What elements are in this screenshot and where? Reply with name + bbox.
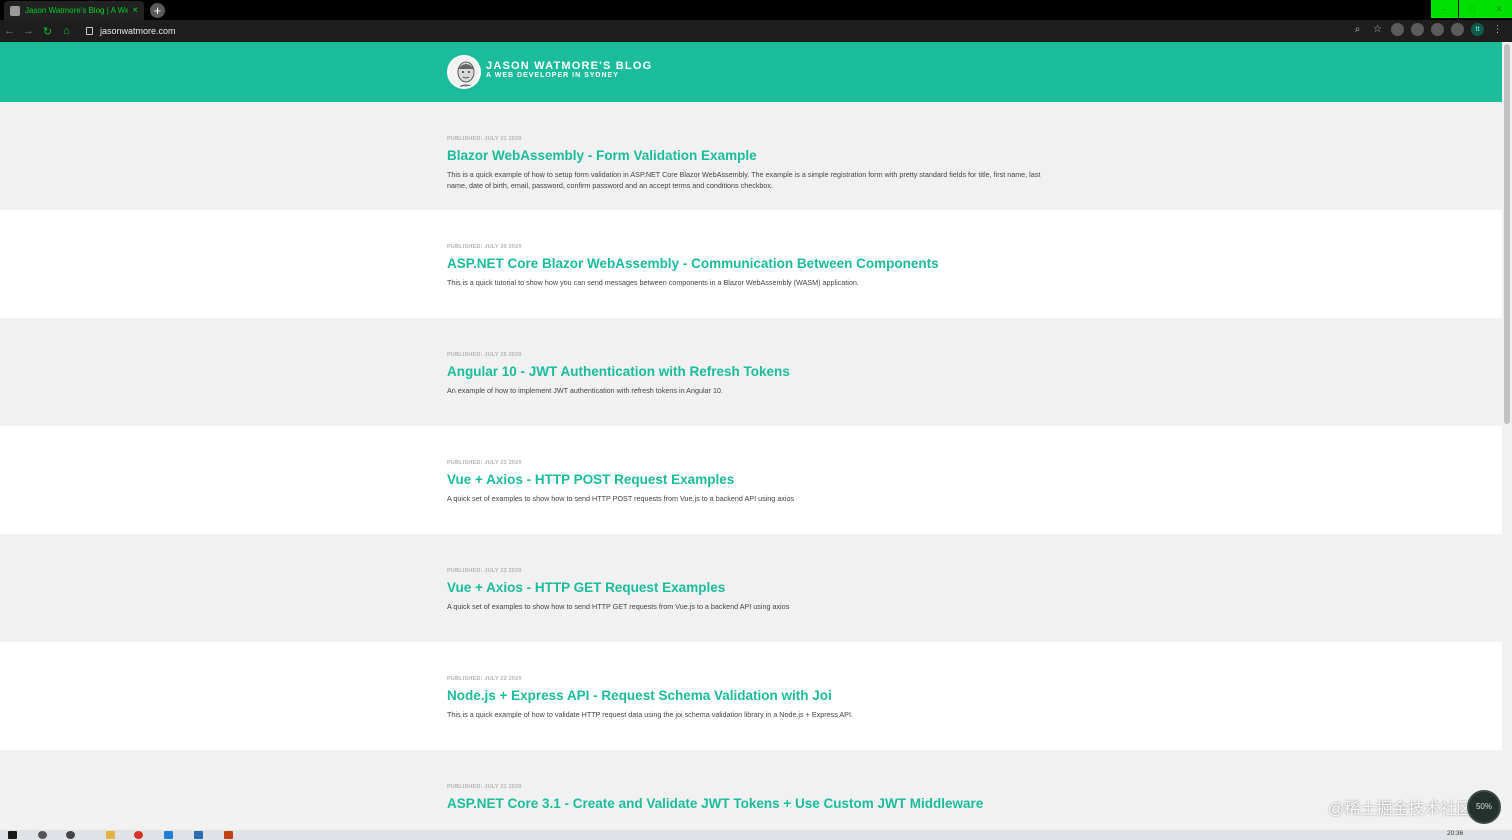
close-tab-icon[interactable]: × (132, 5, 138, 16)
browser-toolbar: ← → ↻ ⌂ jasonwatmore.com ⌕ ☆ tt ⋮ (0, 20, 1512, 42)
system-clock[interactable]: 20:36 (1447, 830, 1463, 837)
site-favicon-icon (10, 5, 20, 16)
post-title-link[interactable]: Vue + Axios - HTTP POST Request Examples (447, 472, 734, 487)
new-tab-button[interactable]: + (150, 3, 165, 18)
file-explorer-icon[interactable] (106, 831, 115, 839)
extension-icon[interactable] (1451, 23, 1464, 36)
vscode-icon[interactable] (164, 831, 173, 839)
watermark-text: @稀土掘金技术社区 (1328, 801, 1473, 818)
post-item: PUBLISHED: JULY 30 2020 ASP.NET Core Bla… (0, 210, 1502, 318)
post-item: PUBLISHED: JULY 21 2020 ASP.NET Core 3.1… (0, 750, 1502, 830)
start-menu-icon[interactable] (8, 831, 17, 839)
close-window-button[interactable]: ✕ (1486, 0, 1512, 18)
post-item: PUBLISHED: JULY 23 2020 Vue + Axios - HT… (0, 426, 1502, 534)
post-date: PUBLISHED: JULY 23 2020 (447, 460, 522, 466)
post-date: PUBLISHED: JULY 30 2020 (447, 244, 522, 250)
forward-arrow-icon[interactable]: → (19, 25, 38, 37)
lock-icon (86, 27, 93, 35)
page-scrollbar[interactable] (1502, 42, 1512, 830)
close-icon: ✕ (1495, 4, 1503, 14)
chrome-icon[interactable] (134, 831, 143, 839)
post-title-link[interactable]: Node.js + Express API - Request Schema V… (447, 688, 832, 703)
maximize-icon: □ (1469, 4, 1476, 14)
post-item: PUBLISHED: JULY 25 2020 Angular 10 - JWT… (0, 318, 1502, 426)
site-header: JASON WATMORE'S BLOG A WEB DEVELOPER IN … (0, 42, 1502, 102)
post-item: PUBLISHED: JULY 23 2020 Vue + Axios - HT… (0, 534, 1502, 642)
post-summary: A quick set of examples to show how to s… (447, 494, 795, 503)
zoom-icon[interactable]: ⌕ (1351, 23, 1364, 36)
search-icon[interactable] (38, 831, 47, 839)
zoom-level-badge[interactable]: 50% (1467, 790, 1501, 824)
post-title-link[interactable]: Angular 10 - JWT Authentication with Ref… (447, 364, 790, 379)
post-summary: This is a quick example of how to valida… (447, 710, 853, 719)
post-title-link[interactable]: Vue + Axios - HTTP GET Request Examples (447, 580, 725, 595)
post-date: PUBLISHED: JULY 23 2020 (447, 568, 522, 574)
site-title[interactable]: JASON WATMORE'S BLOG (486, 60, 652, 72)
bookmark-star-icon[interactable]: ☆ (1371, 23, 1384, 36)
reload-icon[interactable]: ↻ (38, 25, 57, 38)
post-summary: An example of how to implement JWT authe… (447, 386, 723, 395)
site-subtitle: A WEB DEVELOPER IN SYDNEY (486, 72, 619, 79)
post-title-link[interactable]: ASP.NET Core Blazor WebAssembly - Commun… (447, 256, 939, 271)
browser-tab[interactable]: Jason Watmore's Blog | A We × (4, 1, 144, 20)
extension-icon[interactable] (1431, 23, 1444, 36)
maximize-window-button[interactable]: □ (1459, 0, 1486, 18)
post-date: PUBLISHED: JULY 31 2020 (447, 136, 522, 142)
home-icon[interactable]: ⌂ (57, 25, 76, 37)
author-avatar[interactable] (447, 55, 481, 89)
post-item: PUBLISHED: JULY 31 2020 Blazor WebAssemb… (0, 102, 1502, 210)
minimize-window-button[interactable]: – (1431, 0, 1458, 18)
back-arrow-icon[interactable]: ← (0, 25, 19, 37)
extension-icon[interactable] (1411, 23, 1424, 36)
tab-title: Jason Watmore's Blog | A We (25, 6, 129, 15)
os-taskbar: 20:36 (0, 830, 1512, 840)
post-summary: This is a quick tutorial to show how you… (447, 278, 859, 287)
toolbar-icons: ⌕ ☆ tt ⋮ (1351, 23, 1504, 36)
menu-kebab-icon[interactable]: ⋮ (1491, 23, 1504, 36)
post-date: PUBLISHED: JULY 25 2020 (447, 352, 522, 358)
app-icon[interactable] (194, 831, 203, 839)
browser-tab-strip: Jason Watmore's Blog | A We × + – □ ✕ (0, 0, 1512, 20)
post-title-link[interactable]: Blazor WebAssembly - Form Validation Exa… (447, 148, 757, 163)
extension-icon[interactable] (1391, 23, 1404, 36)
cortana-icon[interactable] (66, 831, 75, 839)
post-date: PUBLISHED: JULY 21 2020 (447, 784, 522, 790)
post-date: PUBLISHED: JULY 22 2020 (447, 676, 522, 682)
url-text[interactable]: jasonwatmore.com (100, 26, 176, 36)
post-summary: A quick set of examples to show how to s… (447, 602, 790, 611)
profile-avatar[interactable]: tt (1471, 23, 1484, 36)
scrollbar-thumb[interactable] (1504, 44, 1510, 424)
post-title-link[interactable]: ASP.NET Core 3.1 - Create and Validate J… (447, 796, 983, 811)
app-icon[interactable] (224, 831, 233, 839)
minimize-icon: – (1441, 4, 1447, 14)
post-summary: This is a quick example of how to setup … (447, 170, 1041, 190)
post-item: PUBLISHED: JULY 22 2020 Node.js + Expres… (0, 642, 1502, 750)
address-bar[interactable]: jasonwatmore.com (86, 22, 1346, 40)
page-viewport: JASON WATMORE'S BLOG A WEB DEVELOPER IN … (0, 42, 1502, 830)
